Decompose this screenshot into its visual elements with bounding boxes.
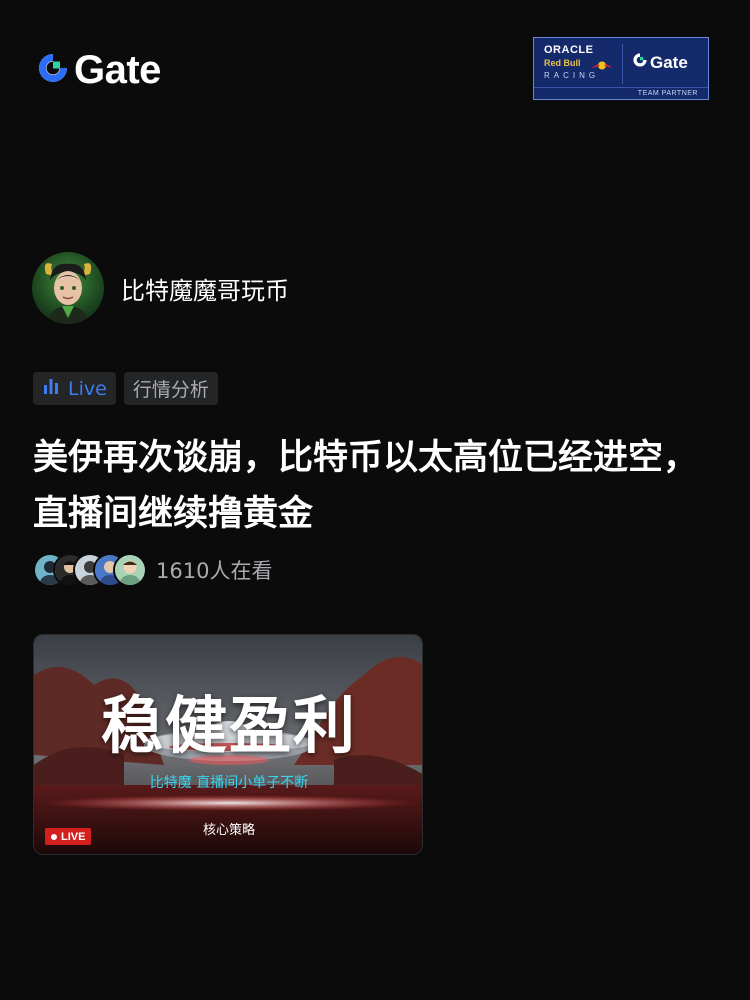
live-dot-icon (51, 833, 57, 840)
author-name[interactable]: 比特魔魔哥玩币 (121, 271, 289, 306)
live-tag[interactable]: Live (33, 372, 116, 405)
post-title[interactable]: 美伊再次谈崩，比特币以太高位已经进空，直播间继续撸黄金 (33, 430, 723, 542)
partner-gate-text: Gate (650, 52, 688, 72)
thumbnail-headline: 稳健盈利 (100, 689, 357, 762)
thumbnail-subtitle: 比特魔 直播间小单子不断 (149, 775, 309, 791)
author-row[interactable]: 比特魔魔哥玩币 (32, 252, 289, 324)
viewer-avatars (33, 553, 147, 587)
oracle-text: ORACLE (544, 44, 594, 56)
racing-text: RACING (544, 71, 600, 80)
team-partner-text: TEAM PARTNER (534, 87, 708, 97)
thumbnail-strategy: 核心策略 (202, 823, 255, 838)
viewers-row: 1610人在看 (33, 553, 272, 587)
red-bull-text: Red Bull (544, 58, 581, 68)
live-tag-label: Live (68, 377, 107, 400)
header: Gate ORACLE Red Bull RACING Gate TEAM PA… (0, 0, 750, 140)
live-badge: LIVE (45, 828, 92, 845)
bar-chart-icon (42, 377, 60, 400)
category-tag[interactable]: 行情分析 (123, 372, 218, 405)
partner-gate-icon (632, 52, 648, 73)
gate-logo[interactable]: Gate (36, 48, 161, 92)
viewer-avatar-icon (113, 553, 147, 587)
live-badge-label: LIVE (61, 830, 86, 843)
avatar-icon[interactable] (32, 252, 104, 324)
partner-divider (622, 44, 623, 84)
viewer-count: 1610人在看 (156, 559, 273, 583)
partner-gate-logo: Gate (632, 52, 688, 73)
tags-row: Live 行情分析 (33, 372, 218, 405)
gate-logo-text: Gate (74, 48, 161, 92)
team-partner-badge: ORACLE Red Bull RACING Gate TEAM PARTNER (533, 37, 709, 100)
live-stream-thumbnail[interactable]: 稳健盈利 比特魔 直播间小单子不断 核心策略 LIVE (33, 634, 423, 855)
gate-logo-icon (36, 51, 70, 89)
